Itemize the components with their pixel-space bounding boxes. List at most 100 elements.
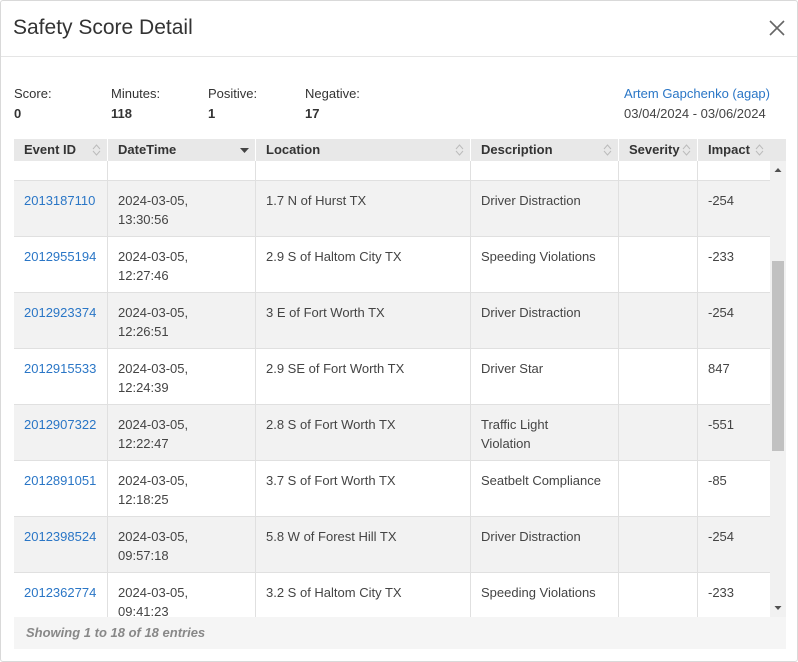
description-cell: Driver Distraction: [470, 517, 618, 573]
sort-icon: [682, 144, 691, 156]
driver-name-link[interactable]: Artem Gapchenko (agap): [624, 86, 770, 101]
impact-cell: -233: [697, 237, 770, 293]
impact-value: -233: [708, 249, 735, 264]
event-time: 12:18:25: [118, 492, 169, 507]
event-time: 12:27:46: [118, 268, 169, 283]
score-stat: Score: 0: [14, 86, 52, 121]
col-description[interactable]: Description: [470, 139, 618, 161]
event-id-cell: 2012923374: [14, 293, 107, 349]
event-time: 09:41:23: [118, 604, 169, 617]
table-row: 2012362774 2024-03-05, 09:41:23 3.2 S of Ha…: [14, 573, 770, 617]
severity-cell: [618, 573, 697, 617]
severity-cell: [618, 405, 697, 461]
location-value: 3 E of Fort Worth TX: [266, 305, 385, 320]
date-range: 03/04/2024 - 03/06/2024: [624, 106, 766, 121]
datetime-cell: 2024-03-05, 09:57:18: [107, 517, 255, 573]
close-button[interactable]: [767, 18, 787, 38]
location-cell: 2.9 S of Haltom City TX: [255, 237, 470, 293]
event-id-cell: 2012955194: [14, 237, 107, 293]
event-id-link[interactable]: 2012362774: [24, 585, 96, 600]
datetime-cell: 2024-03-05, 09:41:23: [107, 573, 255, 617]
table-row: 13:31:36: [14, 161, 770, 181]
table-row: 2013187110 2024-03-05, 13:30:56 1.7 N of Hu…: [14, 181, 770, 237]
event-id-cell: 2012915533: [14, 349, 107, 405]
table-rows: 13:31:36 2013187110 2024-03-05, 13:30:56 1.7…: [14, 161, 770, 617]
severity-cell: [618, 161, 697, 181]
positive-value: 1: [208, 106, 216, 121]
location-cell: 3.7 S of Fort Worth TX: [255, 461, 470, 517]
location-cell: 1.7 N of Hurst TX: [255, 181, 470, 237]
event-description: Driver Star: [481, 361, 544, 376]
table-row: 2012955194 2024-03-05, 12:27:46 2.9 S of Ha…: [14, 237, 770, 293]
score-value: 0: [14, 106, 22, 121]
location-cell: [255, 161, 470, 181]
severity-cell: [618, 461, 697, 517]
vertical-scrollbar[interactable]: [770, 161, 786, 617]
event-id-link[interactable]: 2012398524: [24, 529, 96, 544]
impact-cell: -233: [697, 573, 770, 617]
location-value: 5.8 W of Forest Hill TX: [266, 529, 397, 544]
table-header: Event ID DateTime Location Description S…: [14, 139, 786, 161]
event-time: 13:30:56: [118, 212, 169, 227]
severity-cell: [618, 349, 697, 405]
event-id-link[interactable]: 2012955194: [24, 249, 96, 264]
scroll-up-icon[interactable]: [770, 163, 786, 177]
scrollbar-thumb[interactable]: [772, 261, 784, 451]
col-event-id[interactable]: Event ID: [14, 139, 107, 161]
col-severity[interactable]: Severity: [618, 139, 697, 161]
scroll-down-icon[interactable]: [770, 601, 786, 615]
minutes-value: 118: [111, 106, 132, 121]
description-cell: Seatbelt Compliance: [470, 461, 618, 517]
event-id-cell: 2012398524: [14, 517, 107, 573]
description-cell: Traffic Light Violation: [470, 405, 618, 461]
col-datetime[interactable]: DateTime: [107, 139, 255, 161]
severity-cell: [618, 517, 697, 573]
description-cell: Speeding Violations: [470, 573, 618, 617]
impact-cell: 847: [697, 349, 770, 405]
positive-stat: Positive: 1: [208, 86, 257, 121]
col-description-label: Description: [481, 142, 553, 157]
event-description: Driver Distraction: [481, 529, 581, 544]
col-event-id-label: Event ID: [24, 142, 77, 157]
safety-score-dialog: Safety Score Detail Score: 0 Minutes: 11…: [0, 0, 798, 662]
impact-cell: -254: [697, 293, 770, 349]
impact-cell: -551: [697, 405, 770, 461]
event-id-cell: 2013187110: [14, 181, 107, 237]
location-value: 2.9 SE of Fort Worth TX: [266, 361, 405, 376]
event-time: 12:24:39: [118, 380, 169, 395]
datetime-cell: 13:31:36: [107, 161, 255, 181]
event-description: Driver Distraction: [481, 193, 581, 208]
impact-value: -85: [708, 473, 727, 488]
event-time: 12:26:51: [118, 324, 169, 339]
impact-cell: -254: [697, 181, 770, 237]
col-impact[interactable]: Impact: [697, 139, 770, 161]
event-id-link[interactable]: 2013187110: [24, 193, 95, 208]
col-location-label: Location: [266, 142, 321, 157]
col-datetime-label: DateTime: [118, 142, 177, 157]
sort-icon: [755, 144, 764, 156]
table-row: 2012923374 2024-03-05, 12:26:51 3 E of Fort…: [14, 293, 770, 349]
event-id-link[interactable]: 2012891051: [24, 473, 96, 488]
sort-icon: [92, 144, 101, 156]
col-location[interactable]: Location: [255, 139, 470, 161]
table-row: 2012915533 2024-03-05, 12:24:39 2.9 SE of F…: [14, 349, 770, 405]
event-id-link[interactable]: 2012915533: [24, 361, 96, 376]
sort-icon: [455, 144, 464, 156]
impact-cell: [697, 161, 770, 181]
impact-value: -254: [708, 305, 735, 320]
event-description: Traffic Light: [481, 417, 549, 432]
impact-value: -233: [708, 585, 735, 600]
datetime-cell: 2024-03-05, 12:22:47: [107, 405, 255, 461]
event-time: 12:22:47: [118, 436, 169, 451]
minutes-stat: Minutes: 118: [111, 86, 160, 121]
event-id-cell: [14, 161, 107, 181]
datetime-cell: 2024-03-05, 12:18:25: [107, 461, 255, 517]
event-date: 2024-03-05,: [118, 361, 189, 376]
location-cell: 3 E of Fort Worth TX: [255, 293, 470, 349]
location-cell: 2.9 SE of Fort Worth TX: [255, 349, 470, 405]
event-id-link[interactable]: 2012907322: [24, 417, 96, 432]
event-date: 2024-03-05,: [118, 305, 189, 320]
datetime-cell: 2024-03-05, 13:30:56: [107, 181, 255, 237]
event-id-link[interactable]: 2012923374: [24, 305, 96, 320]
table-footer: Showing 1 to 18 of 18 entries: [14, 617, 786, 649]
